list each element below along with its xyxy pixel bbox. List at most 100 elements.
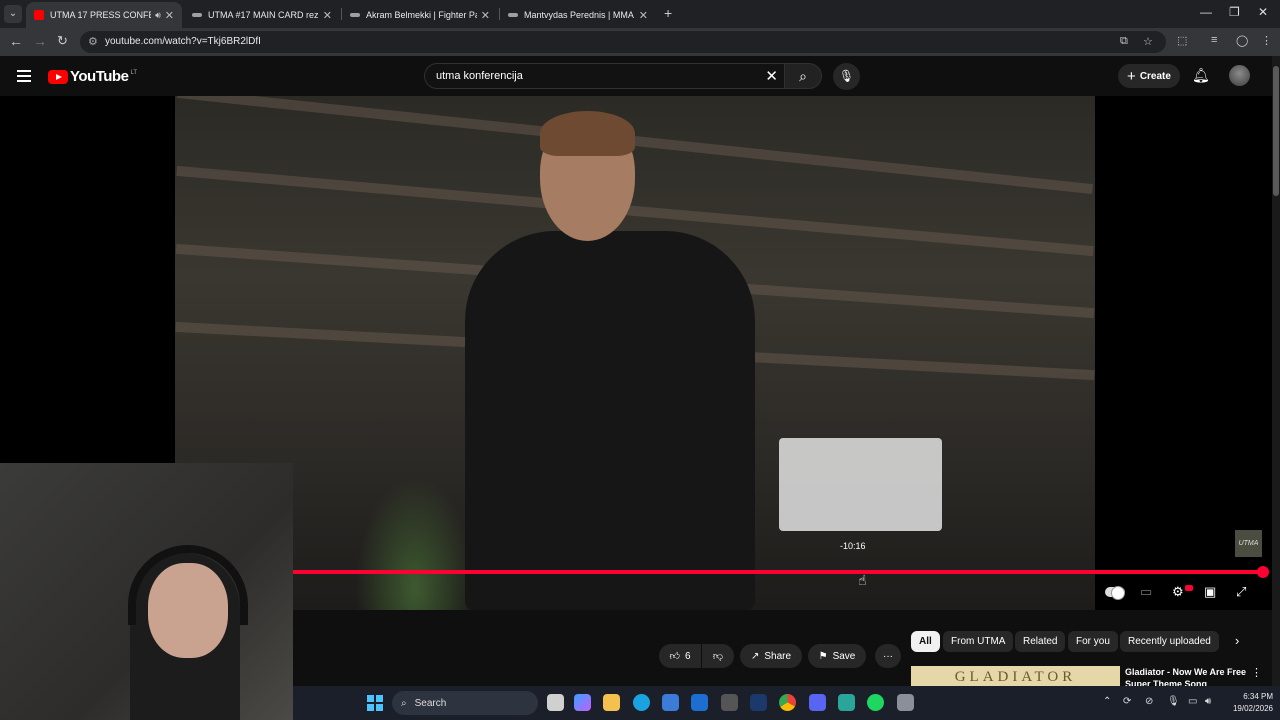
- copilot-icon[interactable]: [574, 694, 591, 711]
- search-input[interactable]: [434, 68, 754, 84]
- chip-label: All: [919, 636, 932, 647]
- discord-icon[interactable]: [809, 694, 826, 711]
- restore-icon[interactable]: ❐: [1229, 5, 1240, 19]
- app-icon[interactable]: [838, 694, 855, 711]
- theater-mode-icon[interactable]: ▣: [1204, 584, 1216, 600]
- scrubber-handle[interactable]: [1257, 566, 1269, 578]
- speaker-icon[interactable]: 🔊︎: [155, 10, 161, 21]
- profile-icon[interactable]: ◯: [1236, 34, 1248, 47]
- task-view-icon[interactable]: [547, 694, 564, 711]
- windows-taskbar: ⌕ Search ⌃ ⟳ ⊘ 🎙︎ ▭ 🔊︎ 6:34 PM 19/02/202…: [293, 686, 1280, 720]
- youtube-header: YouTube LT ✕ ⌕ 🎙︎ + Create 🔔︎: [0, 56, 1280, 96]
- search-button[interactable]: ⌕: [784, 63, 822, 89]
- page-favicon-icon: [192, 13, 202, 17]
- microphone-tray-icon[interactable]: 🎙︎: [1167, 696, 1180, 707]
- country-code: LT: [130, 69, 137, 76]
- share-button[interactable]: ↗ Share: [740, 644, 802, 668]
- like-button[interactable]: 👍︎ 6: [659, 644, 701, 668]
- video-frame[interactable]: [175, 96, 1095, 610]
- save-button[interactable]: ⚑ Save: [808, 644, 866, 668]
- tab-mantvydas-perednis[interactable]: Mantvydas Perednis | MMA Figh ✕: [500, 2, 656, 28]
- chip-for-you[interactable]: For you: [1068, 631, 1118, 652]
- save-label: Save: [832, 650, 856, 662]
- fullscreen-icon[interactable]: ⤢: [1236, 584, 1246, 600]
- search-icon: ⌕: [799, 68, 807, 84]
- back-icon[interactable]: ←: [9, 33, 23, 49]
- url-text[interactable]: youtube.com/watch?v=Tkj6BR2lDfI: [105, 36, 261, 47]
- tray-app-icon[interactable]: ⟳: [1123, 696, 1131, 707]
- more-actions-button[interactable]: ···: [875, 644, 901, 668]
- account-avatar[interactable]: [1229, 65, 1250, 86]
- progress-bar[interactable]: [293, 570, 1263, 574]
- chip-related[interactable]: Related: [1015, 631, 1066, 652]
- tab-utma-press-conference[interactable]: UTMA 17 PRESS CONFEREN 🔊︎ ✕: [26, 2, 182, 28]
- page-favicon-icon: [350, 13, 360, 17]
- webcam-overlay: [0, 463, 293, 720]
- mail-icon[interactable]: [691, 694, 708, 711]
- chevron-right-icon[interactable]: ›: [1235, 633, 1239, 648]
- channel-watermark[interactable]: UTMA: [1235, 530, 1262, 557]
- page-scrollbar[interactable]: [1272, 56, 1280, 686]
- chip-recently-uploaded[interactable]: Recently uploaded: [1120, 631, 1219, 652]
- site-info-icon[interactable]: ⚙︎: [88, 35, 98, 48]
- subtitles-icon[interactable]: ▭: [1140, 584, 1152, 600]
- voice-search-button[interactable]: 🎙︎: [833, 63, 860, 90]
- recommendation-title[interactable]: Gladiator - Now We Are Free Super Theme …: [1125, 666, 1255, 686]
- recommendation-thumbnail[interactable]: GLADIATOR: [911, 666, 1120, 686]
- tab-akram-belmekki[interactable]: Akram Belmekki | Fighter Page ✕: [342, 2, 498, 28]
- windows-start-icon[interactable]: [367, 695, 383, 711]
- address-bar[interactable]: ⚙︎ youtube.com/watch?v=Tkj6BR2lDfI ⧉ ☆: [80, 31, 1166, 53]
- clear-search-icon[interactable]: ✕: [765, 67, 778, 85]
- new-tab-icon[interactable]: +: [664, 5, 672, 21]
- forward-icon[interactable]: →: [33, 33, 47, 49]
- menu-icon[interactable]: [17, 70, 31, 82]
- tab-title: UTMA #17 MAIN CARD rezultat: [208, 10, 319, 20]
- settings-gear-icon[interactable]: ⚙︎: [1172, 584, 1184, 600]
- more-vertical-icon[interactable]: ⋮: [1251, 666, 1262, 679]
- tab-title: UTMA 17 PRESS CONFEREN: [50, 10, 151, 20]
- chip-from-utma[interactable]: From UTMA: [943, 631, 1014, 652]
- taskbar-search[interactable]: ⌕ Search: [392, 691, 538, 715]
- settings-icon[interactable]: [897, 694, 914, 711]
- tab-search-icon[interactable]: ⌄: [4, 5, 22, 23]
- person-hair: [540, 111, 635, 156]
- chip-all[interactable]: All: [911, 631, 940, 652]
- taskbar-clock[interactable]: 6:34 PM 19/02/2026: [1225, 691, 1273, 715]
- close-window-icon[interactable]: ✕: [1258, 5, 1268, 19]
- scrollbar-thumb[interactable]: [1273, 66, 1279, 196]
- dislike-button[interactable]: 👎︎: [702, 644, 734, 668]
- seek-preview-thumbnail: [779, 438, 942, 531]
- cast-icon[interactable]: ⧉: [1120, 35, 1128, 48]
- tray-app-icon[interactable]: ⊘: [1145, 696, 1153, 707]
- more-horizontal-icon: ···: [883, 650, 893, 662]
- browser-menu-icon[interactable]: ⋮: [1261, 34, 1272, 47]
- autoplay-toggle[interactable]: [1105, 586, 1125, 600]
- minimize-icon[interactable]: —: [1200, 5, 1212, 19]
- tab-utma-main-card[interactable]: UTMA #17 MAIN CARD rezultat ✕: [184, 2, 340, 28]
- tray-expand-icon[interactable]: ⌃: [1103, 696, 1111, 707]
- network-icon[interactable]: ▭: [1188, 696, 1197, 707]
- edge-icon[interactable]: [633, 694, 650, 711]
- notifications-bell-icon[interactable]: 🔔︎: [1192, 67, 1210, 84]
- file-explorer-icon[interactable]: [603, 694, 620, 711]
- close-tab-icon[interactable]: ✕: [481, 9, 490, 22]
- chrome-icon[interactable]: [779, 694, 796, 711]
- app-icon[interactable]: [721, 694, 738, 711]
- extensions-icon[interactable]: ⬚: [1177, 34, 1187, 47]
- bookmark-star-icon[interactable]: ☆: [1143, 35, 1153, 48]
- close-tab-icon[interactable]: ✕: [165, 9, 174, 22]
- close-tab-icon[interactable]: ✕: [639, 9, 648, 22]
- volume-icon[interactable]: 🔊︎: [1205, 696, 1211, 707]
- create-button[interactable]: + Create: [1118, 64, 1180, 88]
- close-tab-icon[interactable]: ✕: [323, 9, 332, 22]
- spotify-icon[interactable]: [867, 694, 884, 711]
- youtube-logo[interactable]: YouTube LT: [48, 68, 137, 85]
- browser-toolbar: ← → ↻ ⚙︎ youtube.com/watch?v=Tkj6BR2lDfI…: [0, 28, 1280, 56]
- store-icon[interactable]: [662, 694, 679, 711]
- progress-played: [293, 570, 1262, 574]
- reload-icon[interactable]: ↻: [57, 33, 68, 49]
- tab-title: Mantvydas Perednis | MMA Figh: [524, 10, 635, 20]
- steam-icon[interactable]: [750, 694, 767, 711]
- media-controls-icon[interactable]: ≡: [1211, 34, 1217, 46]
- chip-label: From UTMA: [951, 636, 1006, 647]
